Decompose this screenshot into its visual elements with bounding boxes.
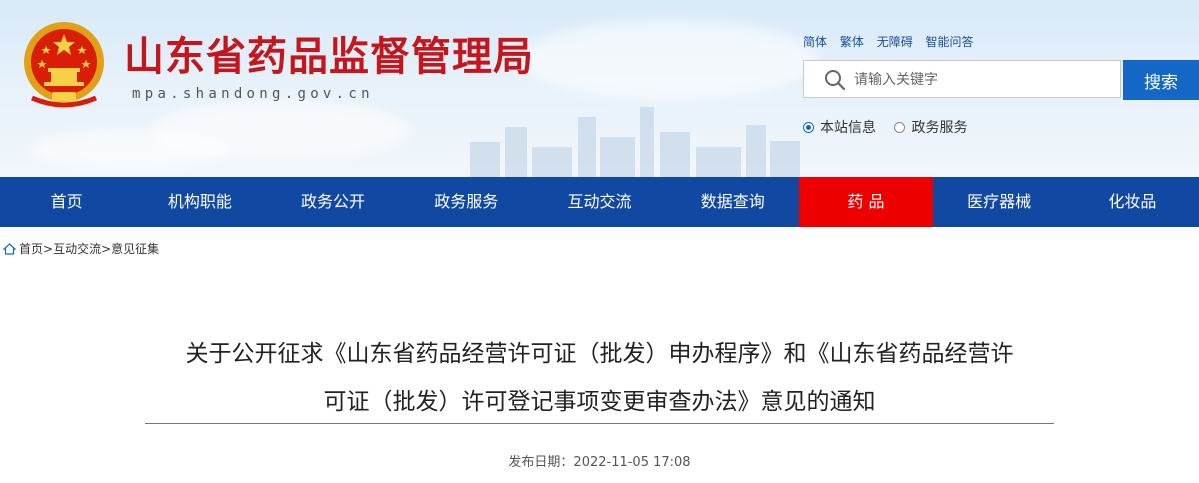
site-domain: mpa.shandong.gov.cn — [132, 86, 374, 102]
accessibility-link[interactable]: 无障碍 — [877, 35, 913, 49]
nav-item-medical-devices[interactable]: 医疗器械 — [933, 177, 1066, 227]
search-input[interactable] — [852, 61, 1122, 99]
search-scope: 本站信息 政务服务 — [803, 117, 981, 137]
publish-date-value: 2022-11-05 17:08 — [573, 455, 691, 470]
breadcrumb-separator: > — [101, 241, 112, 256]
breadcrumb-item-feedback[interactable]: 意见征集 — [111, 240, 159, 257]
scope-option-label: 政务服务 — [911, 120, 968, 136]
traditional-chinese-link[interactable]: 繁体 — [840, 35, 864, 49]
nav-item-gov-services[interactable]: 政务服务 — [400, 177, 533, 227]
background-cloud — [520, 20, 820, 100]
article-title-line2: 可证（批发）许可登记事项变更审查办法》意见的通知 — [323, 389, 876, 415]
search-box — [803, 60, 1122, 99]
home-icon — [3, 242, 16, 255]
article-title: 关于公开征求《山东省药品经营许可证（批发）申办程序》和《山东省药品经营许 可证（… — [145, 330, 1054, 426]
title-divider — [145, 423, 1054, 424]
nav-item-cosmetics[interactable]: 化妆品 — [1066, 177, 1199, 227]
background-cloud — [30, 130, 230, 170]
search-button[interactable]: 搜索 — [1123, 60, 1199, 100]
nav-item-home[interactable]: 首页 — [0, 177, 133, 227]
site-header: 山东省药品监督管理局 mpa.shandong.gov.cn 简体 繁体 无障碍… — [0, 0, 1199, 177]
article-title-line1: 关于公开征求《山东省药品经营许可证（批发）申办程序》和《山东省药品经营许 — [185, 341, 1014, 367]
search-icon — [825, 70, 846, 91]
scope-option-gov-services[interactable]: 政务服务 — [894, 117, 967, 137]
radio-checked-icon[interactable] — [803, 121, 814, 133]
nav-item-interaction[interactable]: 互动交流 — [533, 177, 666, 227]
nav-item-functions[interactable]: 机构职能 — [133, 177, 266, 227]
radio-unchecked-icon[interactable] — [894, 121, 906, 133]
nav-item-gov-affairs-open[interactable]: 政务公开 — [266, 177, 399, 227]
breadcrumb-separator: > — [43, 241, 54, 256]
scope-option-site-info[interactable]: 本站信息 — [803, 117, 876, 137]
smart-qa-link[interactable]: 智能问答 — [926, 35, 974, 49]
scope-option-label: 本站信息 — [820, 120, 876, 136]
publish-date: 发布日期：2022-11-05 17:08 — [0, 451, 1199, 470]
top-links: 简体 繁体 无障碍 智能问答 — [803, 33, 983, 50]
main-nav: 首页 机构职能 政务公开 政务服务 互动交流 数据查询 药 品 医疗器械 化妆品 — [0, 177, 1199, 227]
simplified-chinese-link[interactable]: 简体 — [803, 35, 827, 49]
breadcrumb-item-interaction[interactable]: 互动交流 — [53, 240, 101, 257]
national-emblem-icon — [24, 22, 104, 108]
nav-item-data-query[interactable]: 数据查询 — [666, 177, 799, 227]
breadcrumb: 首页 > 互动交流 > 意见征集 — [3, 240, 159, 257]
breadcrumb-item-home[interactable]: 首页 — [19, 240, 43, 257]
publish-date-label: 发布日期： — [508, 455, 574, 470]
nav-item-drugs[interactable]: 药 品 — [799, 177, 933, 227]
city-skyline-decoration — [470, 107, 800, 177]
site-title: 山东省药品监督管理局 — [124, 34, 534, 80]
